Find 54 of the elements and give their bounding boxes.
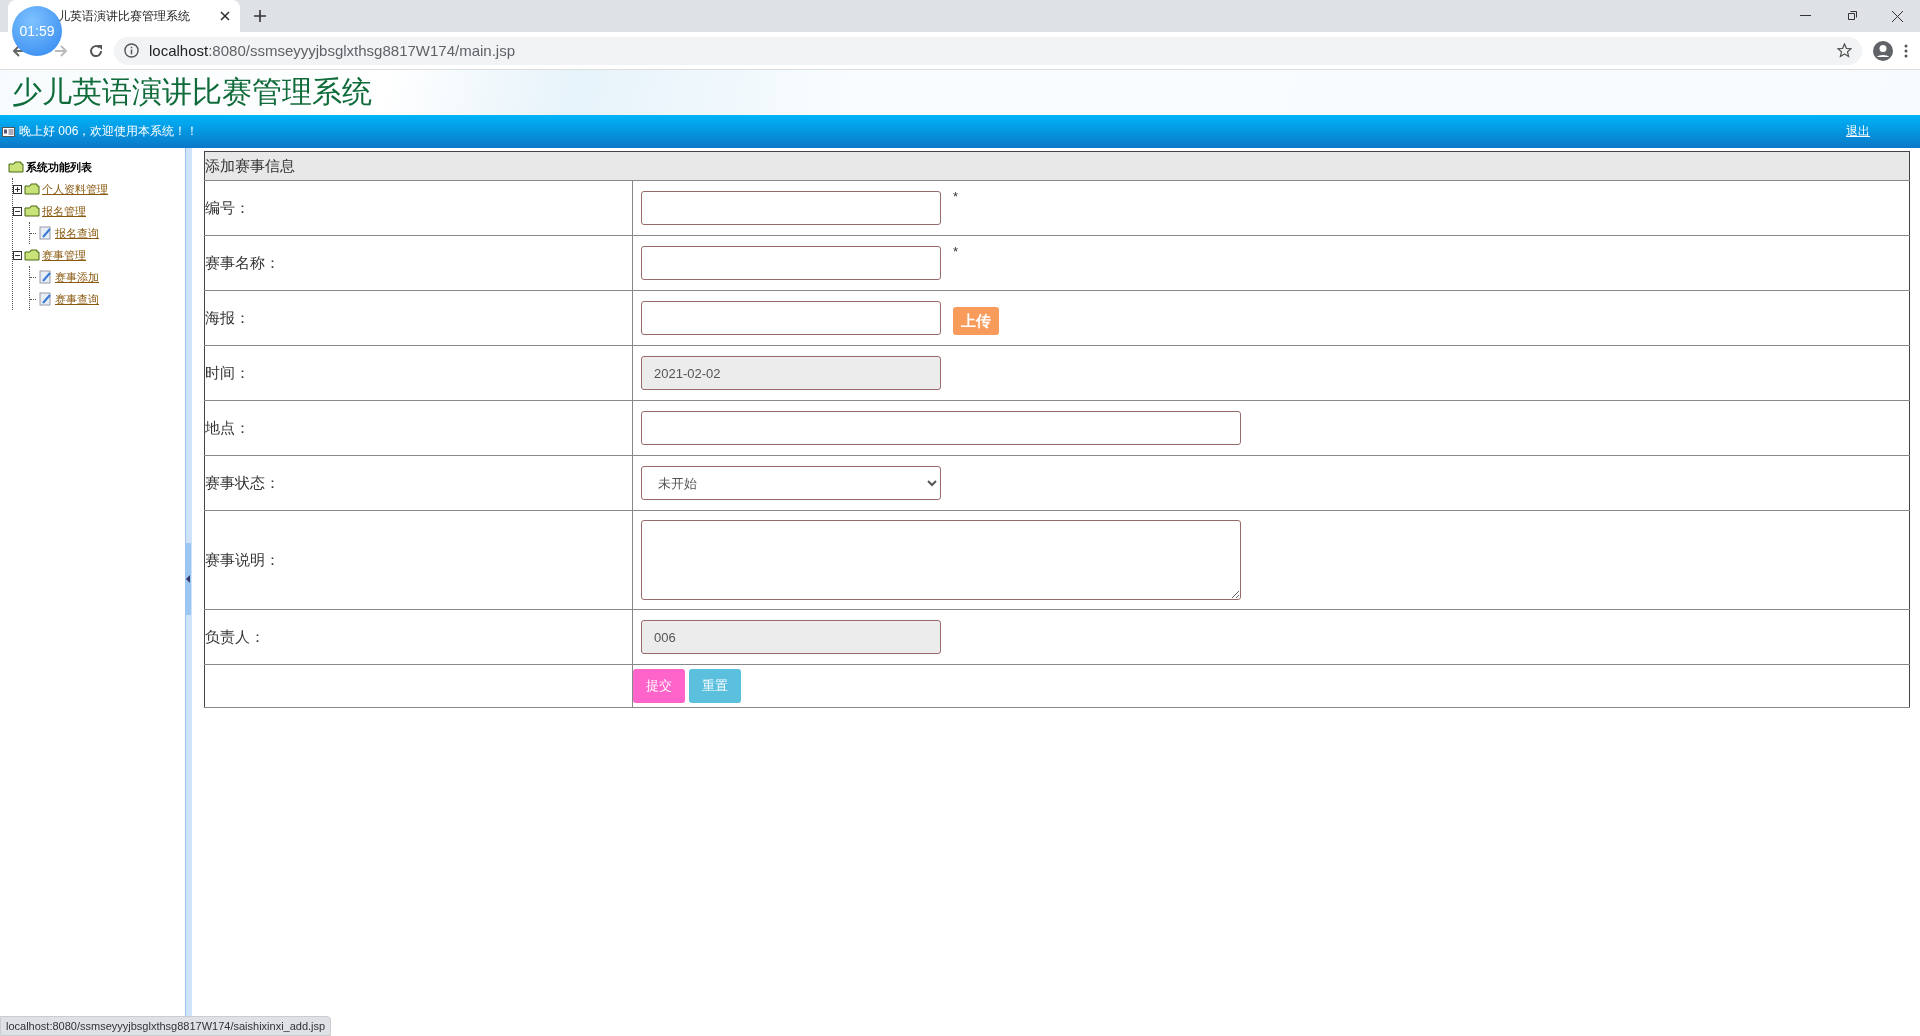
menu-icon[interactable]	[1904, 43, 1908, 58]
collapse-icon[interactable]	[13, 206, 22, 216]
close-icon[interactable]	[220, 11, 230, 21]
folder-icon	[24, 249, 40, 261]
system-title: 少儿英语演讲比赛管理系统	[12, 74, 372, 110]
tree-item-link[interactable]: 报名查询	[55, 225, 99, 241]
tree-folder-link[interactable]: 个人资料管理	[42, 181, 108, 197]
tree-item-link[interactable]: 赛事添加	[55, 269, 99, 285]
field-label: 赛事名称：	[205, 253, 280, 271]
edit-page-icon	[39, 270, 52, 284]
input-field[interactable]	[641, 301, 941, 335]
star-icon[interactable]	[1837, 43, 1852, 58]
input-field[interactable]	[641, 246, 941, 280]
tree-item-link[interactable]: 赛事查询	[55, 291, 99, 307]
folder-icon	[24, 183, 40, 195]
field-label: 赛事说明：	[205, 550, 280, 568]
restore-icon[interactable]	[1845, 10, 1857, 22]
folder-icon	[8, 161, 24, 173]
input-field[interactable]	[641, 411, 1241, 445]
input-field[interactable]: 006	[641, 620, 941, 654]
edit-page-icon	[39, 292, 52, 306]
edit-page-icon	[39, 226, 52, 240]
address-bar[interactable]: localhost:8080/ssmseyyyjbsglxthsg8817W174/main.jsp	[114, 36, 1862, 65]
required-mark: *	[953, 189, 959, 204]
form-title: 添加赛事信息	[205, 156, 295, 174]
description-textarea[interactable]	[641, 520, 1241, 600]
forward-icon[interactable]	[54, 43, 68, 58]
input-field[interactable]	[641, 191, 941, 225]
tree-folder-link[interactable]: 报名管理	[42, 203, 86, 219]
field-label: 编号：	[205, 198, 250, 216]
new-tab-icon[interactable]	[254, 10, 266, 22]
tree-root-label: 系统功能列表	[26, 159, 92, 175]
status-dropdown[interactable]: 未开始	[641, 466, 941, 500]
field-label: 时间：	[205, 363, 250, 381]
status-url: localhost:8080/ssmseyyyjbsglxthsg8817W174/saishixinxi_add.jsp	[6, 1020, 326, 1032]
collapse-icon[interactable]	[13, 250, 22, 260]
folder-icon	[24, 205, 40, 217]
id-card-icon	[2, 126, 15, 137]
logout-link[interactable]: 退出	[1846, 123, 1870, 140]
minimize-icon[interactable]	[1799, 15, 1811, 17]
input-field[interactable]: 2021-02-02	[641, 356, 941, 390]
reload-icon[interactable]	[88, 42, 104, 59]
welcome-text: 晚上好 006，欢迎使用本系统！！	[19, 123, 199, 140]
account-icon[interactable]	[1872, 39, 1894, 62]
close-icon[interactable]	[1891, 10, 1903, 22]
tree-folder-link[interactable]: 赛事管理	[42, 247, 86, 263]
expand-icon[interactable]	[13, 184, 22, 194]
field-label: 负责人：	[205, 627, 265, 645]
field-label: 海报：	[205, 308, 250, 326]
field-label: 赛事状态：	[205, 473, 280, 491]
field-label: 地点：	[205, 418, 250, 436]
collapse-handle[interactable]	[186, 543, 191, 615]
info-icon[interactable]	[124, 43, 139, 58]
required-mark: *	[953, 244, 959, 259]
